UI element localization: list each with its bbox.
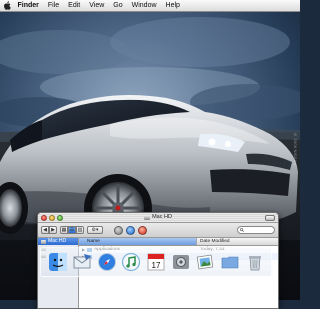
list-header: Name Date Modified xyxy=(79,238,278,246)
back-forward-buttons: ◀ ▶ xyxy=(41,226,57,234)
search-icon xyxy=(240,228,244,232)
menu-view[interactable]: View xyxy=(85,0,109,11)
action-menu-button[interactable]: ⚙▾ xyxy=(87,226,103,234)
column-header-name[interactable]: Name xyxy=(79,238,197,245)
toolbar-toggle-button[interactable] xyxy=(265,215,275,221)
list-view-button[interactable]: ☰ xyxy=(68,226,76,234)
burn-icon[interactable] xyxy=(126,226,135,235)
ical-icon[interactable]: 17 xyxy=(146,250,167,274)
eject-icon[interactable] xyxy=(114,226,123,235)
menu-bar: Finder File Edit View Go Window Help xyxy=(0,0,300,12)
hard-drive-icon xyxy=(144,216,150,220)
delete-icon[interactable] xyxy=(138,226,147,235)
finder-icon[interactable] xyxy=(47,250,68,274)
safari-icon[interactable] xyxy=(96,250,117,274)
sidebar-item-label: Mac HD xyxy=(48,238,66,245)
window-title-text: Mac HD xyxy=(152,213,172,222)
column-view-button[interactable]: ▥ xyxy=(76,226,84,234)
dock: 17 xyxy=(40,247,272,277)
trash-icon[interactable] xyxy=(244,250,265,274)
hard-drive-icon xyxy=(41,240,46,244)
iphoto-icon[interactable] xyxy=(195,250,216,274)
apple-menu-icon[interactable] xyxy=(0,1,13,10)
menu-help[interactable]: Help xyxy=(161,0,184,11)
system-preferences-icon[interactable] xyxy=(170,250,191,274)
search-field[interactable] xyxy=(237,226,275,234)
back-button[interactable]: ◀ xyxy=(41,226,49,234)
view-mode-buttons: ▦ ☰ ▥ xyxy=(60,226,84,234)
wallpaper-watermark: © 2006 NISSAN xyxy=(293,132,298,166)
itunes-icon[interactable] xyxy=(121,250,142,274)
menu-go[interactable]: Go xyxy=(109,0,127,11)
forward-button[interactable]: ▶ xyxy=(49,226,57,234)
menu-file[interactable]: File xyxy=(43,0,63,11)
menu-edit[interactable]: Edit xyxy=(64,0,85,11)
icon-view-button[interactable]: ▦ xyxy=(60,226,68,234)
window-titlebar[interactable]: Mac HD xyxy=(38,213,278,223)
window-title: Mac HD xyxy=(38,213,278,222)
menu-window[interactable]: Window xyxy=(127,0,161,11)
sidebar-item-mac-hd[interactable]: Mac HD xyxy=(38,238,78,245)
folder-icon[interactable] xyxy=(219,250,240,274)
column-header-date-modified[interactable]: Date Modified xyxy=(197,238,278,245)
finder-toolbar: ◀ ▶ ▦ ☰ ▥ ⚙▾ xyxy=(38,223,278,238)
menu-app-name[interactable]: Finder xyxy=(13,0,43,11)
mail-icon[interactable] xyxy=(72,250,93,274)
ical-date: 17 xyxy=(152,261,161,270)
search-input[interactable] xyxy=(245,227,273,233)
